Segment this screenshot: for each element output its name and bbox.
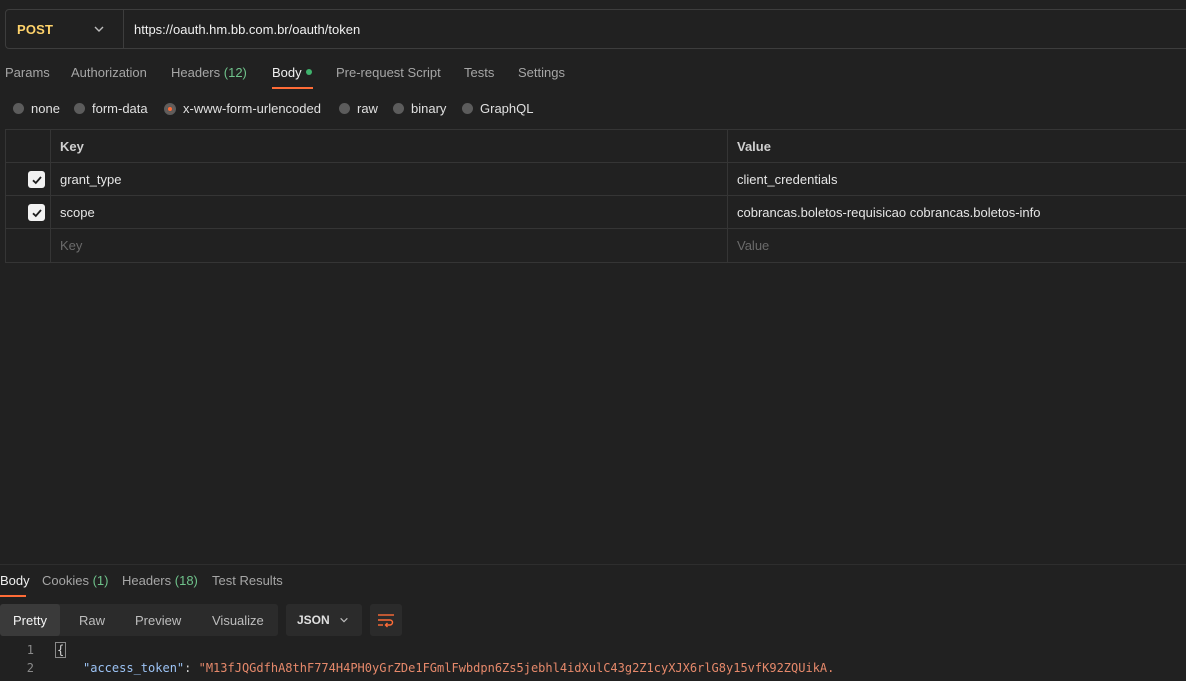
mode-binary[interactable]: binary [393,101,446,116]
url-input[interactable]: https://oauth.hm.bb.com.br/oauth/token [134,22,360,37]
radio-icon [393,103,404,114]
check-icon [31,175,42,184]
mode-none[interactable]: none [13,101,60,116]
code-line: 2 "access_token": "M13fJQGdfhA8thF774H4P… [0,661,1186,679]
response-body-code[interactable]: 1 { 2 "access_token": "M13fJQGdfhA8thF77… [0,641,1186,681]
view-pretty-button[interactable]: Pretty [0,604,60,636]
wrap-lines-button[interactable] [370,604,402,636]
response-tab-cookies-count: (1) [92,573,109,588]
mode-raw-label: raw [357,101,378,116]
code-line: 1 { [0,642,1186,661]
new-param-row: Key Value [6,229,1186,262]
radio-icon [339,103,350,114]
mode-urlencoded-label: x-www-form-urlencoded [183,101,321,116]
format-select[interactable]: JSON [286,604,362,636]
response-tab-cookies-label: Cookies [42,573,89,588]
response-tabs: Body Cookies (1) Headers (18) Test Resul… [0,566,1186,597]
row-enabled-checkbox[interactable] [28,171,45,188]
row-key-input[interactable]: scope [51,196,728,228]
tab-headers-label: Headers [171,65,221,80]
mode-raw[interactable]: raw [339,101,378,116]
mode-urlencoded[interactable]: x-www-form-urlencoded [164,101,321,116]
tab-settings[interactable]: Settings [518,65,565,89]
table-header-row: Key Value [6,130,1186,163]
tab-headers-count: (12) [223,65,247,80]
row-key-input[interactable]: grant_type [51,163,728,195]
row-enabled-checkbox[interactable] [28,204,45,221]
body-indicator-dot [305,69,312,75]
mode-none-label: none [31,101,60,116]
check-icon [31,208,42,217]
tab-headers[interactable]: Headers (12) [171,65,247,89]
form-params-table: Key Value grant_type client_credentials … [5,129,1186,263]
request-url-bar: POST https://oauth.hm.bb.com.br/oauth/to… [5,9,1186,49]
view-preview-button[interactable]: Preview [135,604,181,636]
new-value-input[interactable]: Value [728,229,1186,262]
line-number: 1 [26,643,34,657]
response-divider[interactable] [0,564,1186,565]
mode-binary-label: binary [411,101,447,116]
wrap-lines-icon [378,614,394,628]
response-tab-headers[interactable]: Headers (18) [122,573,198,588]
radio-icon [74,103,85,114]
tab-pre-request-script[interactable]: Pre-request Script [336,65,441,89]
row-value-input[interactable]: client_credentials [728,163,1186,195]
line-number: 2 [26,661,34,675]
response-tab-body[interactable]: Body [0,573,30,588]
tab-authorization[interactable]: Authorization [71,65,147,89]
json-string-value: "M13fJQGdfhA8thF774H4PH0yGrZDe1FGmlFwbdp… [198,661,835,675]
response-view-bar: Pretty Raw Preview Visualize JSON [0,604,1186,636]
radio-icon [462,103,473,114]
request-tabs: Params Authorization Headers (12) Body P… [0,58,1186,90]
mode-form-data-label: form-data [92,101,148,116]
view-mode-group: Pretty Raw Preview Visualize [0,604,278,636]
radio-icon [13,103,24,114]
radio-selected-icon [164,102,176,115]
json-brace: { [55,642,67,658]
active-tab-underline [272,87,313,89]
table-row: grant_type client_credentials [6,163,1186,196]
format-select-label: JSON [297,613,330,627]
response-tab-headers-count: (18) [174,573,198,588]
tab-params[interactable]: Params [5,65,50,89]
view-visualize-button[interactable]: Visualize [212,604,264,636]
chevron-down-icon [94,26,104,32]
chevron-down-icon [340,617,348,623]
view-raw-button[interactable]: Raw [79,604,105,636]
response-tab-test-results[interactable]: Test Results [212,573,283,588]
active-response-tab-underline [0,595,26,597]
mode-graphql-label: GraphQL [480,101,534,116]
response-tab-headers-label: Headers [122,573,172,588]
method-label: POST [17,21,54,37]
mode-graphql[interactable]: GraphQL [462,101,533,116]
response-tab-cookies[interactable]: Cookies (1) [42,573,108,588]
mode-form-data[interactable]: form-data [74,101,148,116]
key-column-header: Key [51,130,728,162]
tab-body[interactable]: Body [272,65,312,89]
new-key-input[interactable]: Key [51,229,728,262]
json-separator: : [184,661,199,675]
tab-tests[interactable]: Tests [464,65,494,89]
tab-body-label: Body [272,65,302,80]
method-select[interactable]: POST [6,10,124,48]
json-key: "access_token" [83,661,185,675]
body-mode-group: none form-data x-www-form-urlencoded raw… [0,97,1186,121]
value-column-header: Value [737,138,771,154]
table-row: scope cobrancas.boletos-requisicao cobra… [6,196,1186,229]
row-value-input[interactable]: cobrancas.boletos-requisicao cobrancas.b… [728,196,1186,228]
